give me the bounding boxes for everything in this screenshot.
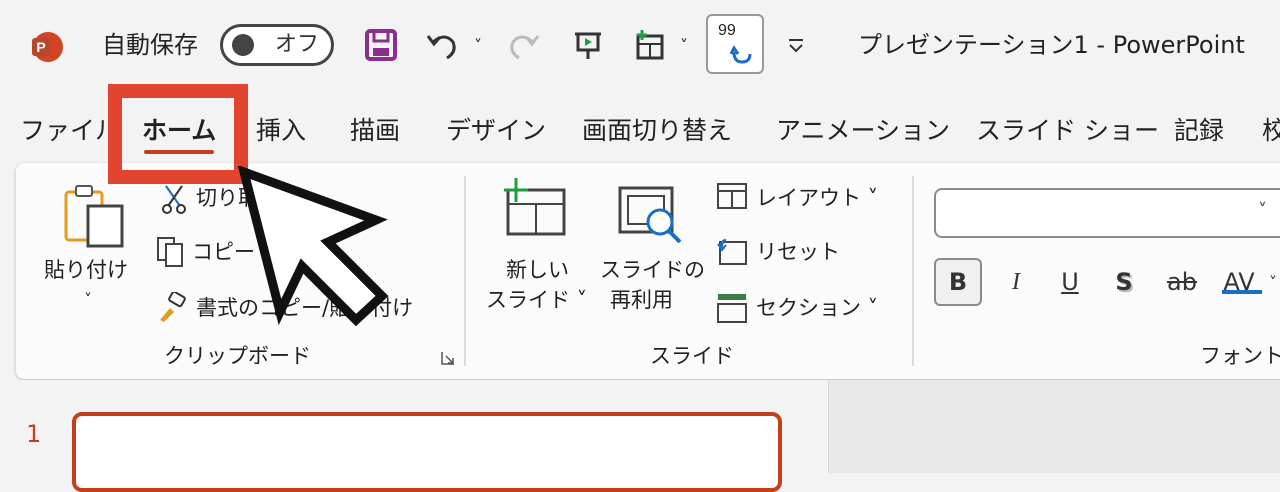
cut-icon[interactable] — [160, 184, 188, 218]
layout-icon[interactable] — [630, 24, 670, 66]
redo-icon — [504, 24, 544, 66]
reuse-slides-label[interactable]: スライドの — [600, 256, 705, 284]
slide-editing-pane — [828, 380, 1280, 473]
spacing-arrow-icon — [1222, 290, 1262, 294]
paste-label[interactable]: 貼り付け — [44, 256, 128, 284]
reuse-slides-icon[interactable] — [616, 184, 686, 252]
save-icon[interactable] — [360, 24, 402, 66]
group-separator — [464, 176, 466, 366]
section-label[interactable]: セクション ˅ — [756, 294, 878, 322]
tab-insert[interactable]: 挿入 — [256, 114, 306, 148]
reset-label[interactable]: リセット — [756, 238, 840, 266]
slides-group-label: スライド — [650, 344, 734, 368]
section-icon[interactable] — [716, 292, 748, 328]
italic-button[interactable]: I — [996, 258, 1036, 306]
tab-draw[interactable]: 描画 — [350, 114, 400, 148]
zoom-icon-text: 99 — [718, 22, 736, 39]
slide-thumbnail[interactable] — [72, 412, 782, 492]
clipboard-launcher-icon[interactable] — [440, 350, 456, 370]
new-slide-label-2[interactable]: スライド ˅ — [486, 286, 587, 314]
reset-icon[interactable] — [716, 236, 748, 270]
character-spacing-button[interactable]: AV — [1214, 258, 1264, 306]
slide-number: 1 — [26, 420, 42, 448]
reuse-slides-label-2[interactable]: 再利用 — [610, 286, 673, 314]
undo-dropdown-icon[interactable]: ˅ — [468, 24, 488, 66]
format-painter-icon[interactable] — [156, 290, 188, 328]
tab-slideshow[interactable]: スライド ショー — [976, 114, 1159, 148]
chevron-down-icon[interactable]: ˅ — [1258, 200, 1267, 221]
autosave-state: オフ — [275, 32, 320, 57]
layout-dropdown-icon[interactable]: ˅ — [674, 24, 694, 66]
autosave-label: 自動保存 — [102, 31, 198, 59]
font-name-input[interactable]: ˅ — [934, 188, 1280, 238]
svg-text:P: P — [36, 39, 45, 55]
new-slide-icon[interactable] — [502, 176, 568, 242]
layout-ribbon-icon[interactable] — [716, 182, 748, 214]
strikethrough-button[interactable]: ab — [1158, 258, 1206, 306]
tab-file[interactable]: ファイル — [20, 114, 120, 148]
group-separator — [912, 176, 914, 366]
shadow-button[interactable]: S — [1104, 258, 1144, 306]
title-bar: P 自動保存 オフ ˅ ˅ 99 プレゼンテーション1 - PowerPoint — [0, 0, 1280, 92]
tab-design[interactable]: デザイン — [446, 114, 546, 148]
clipboard-group-label: クリップボード — [164, 344, 311, 368]
font-group-label: フォント — [1200, 344, 1280, 368]
tab-record[interactable]: 記録 — [1174, 114, 1224, 148]
tab-transitions[interactable]: 画面切り替え — [582, 114, 732, 148]
powerpoint-logo-icon: P — [30, 30, 66, 64]
zoom-icon[interactable]: 99 — [706, 14, 764, 74]
toggle-knob — [232, 34, 254, 56]
highlight-box — [108, 84, 248, 184]
tab-animations[interactable]: アニメーション — [776, 114, 950, 148]
bold-button[interactable]: B — [934, 258, 982, 306]
new-slide-label[interactable]: 新しい — [506, 256, 569, 284]
present-icon[interactable] — [568, 24, 608, 66]
paste-dropdown-icon[interactable]: ˅ — [84, 286, 92, 314]
document-title: プレゼンテーション1 - PowerPoint — [858, 31, 1245, 59]
paste-icon[interactable] — [62, 182, 128, 254]
copy-icon[interactable] — [156, 236, 186, 272]
undo-icon[interactable] — [422, 24, 462, 66]
pointer-cursor-icon — [236, 164, 396, 327]
autosave-toggle[interactable]: オフ — [220, 24, 334, 66]
layout-label[interactable]: レイアウト ˅ — [756, 184, 878, 212]
underline-button[interactable]: U — [1050, 258, 1090, 306]
chevron-down-icon[interactable]: ˅ — [1266, 258, 1280, 306]
customize-qat-icon[interactable] — [782, 24, 810, 66]
tab-review[interactable]: 校 — [1262, 114, 1280, 148]
